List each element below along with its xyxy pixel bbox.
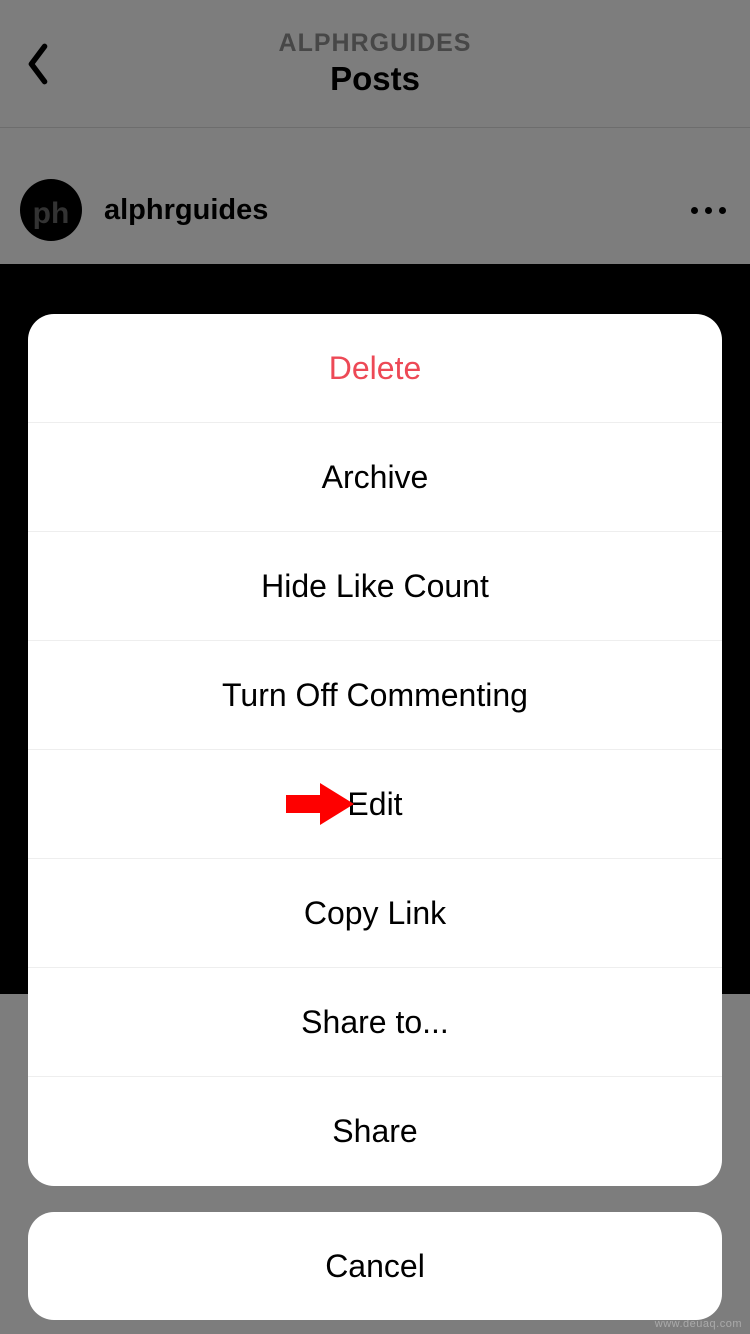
action-edit[interactable]: Edit xyxy=(28,750,722,859)
action-copy-link[interactable]: Copy Link xyxy=(28,859,722,968)
post-username[interactable]: alphrguides xyxy=(104,194,268,227)
back-button[interactable] xyxy=(18,44,58,84)
dot-icon xyxy=(705,207,712,214)
action-label: Hide Like Count xyxy=(261,568,489,605)
action-sheet: Delete Archive Hide Like Count Turn Off … xyxy=(28,314,722,1186)
action-label: Edit xyxy=(347,786,402,823)
action-label: Turn Off Commenting xyxy=(222,677,528,714)
dot-icon xyxy=(691,207,698,214)
action-share-to[interactable]: Share to... xyxy=(28,968,722,1077)
arrow-right-icon xyxy=(286,781,354,827)
avatar-text: ph xyxy=(33,197,70,231)
action-label: Copy Link xyxy=(304,895,446,932)
nav-bar: ALPHRGUIDES Posts xyxy=(0,0,750,128)
cancel-button[interactable]: Cancel xyxy=(28,1212,722,1320)
action-hide-like-count[interactable]: Hide Like Count xyxy=(28,532,722,641)
cancel-label: Cancel xyxy=(325,1248,425,1285)
more-options-button[interactable] xyxy=(691,207,726,214)
action-label: Share xyxy=(332,1113,417,1150)
action-label: Share to... xyxy=(301,1004,449,1041)
dot-icon xyxy=(719,207,726,214)
action-delete[interactable]: Delete xyxy=(28,314,722,423)
action-share[interactable]: Share xyxy=(28,1077,722,1186)
watermark: www.deuaq.com xyxy=(655,1318,742,1330)
post-header: ph alphrguides xyxy=(0,156,750,264)
action-archive[interactable]: Archive xyxy=(28,423,722,532)
action-turn-off-commenting[interactable]: Turn Off Commenting xyxy=(28,641,722,750)
nav-title: Posts xyxy=(279,60,472,98)
chevron-left-icon xyxy=(24,42,52,86)
nav-subtitle: ALPHRGUIDES xyxy=(279,29,472,58)
action-label: Archive xyxy=(322,459,429,496)
action-label: Delete xyxy=(329,350,422,387)
avatar[interactable]: ph xyxy=(20,179,82,241)
nav-title-stack: ALPHRGUIDES Posts xyxy=(279,29,472,98)
